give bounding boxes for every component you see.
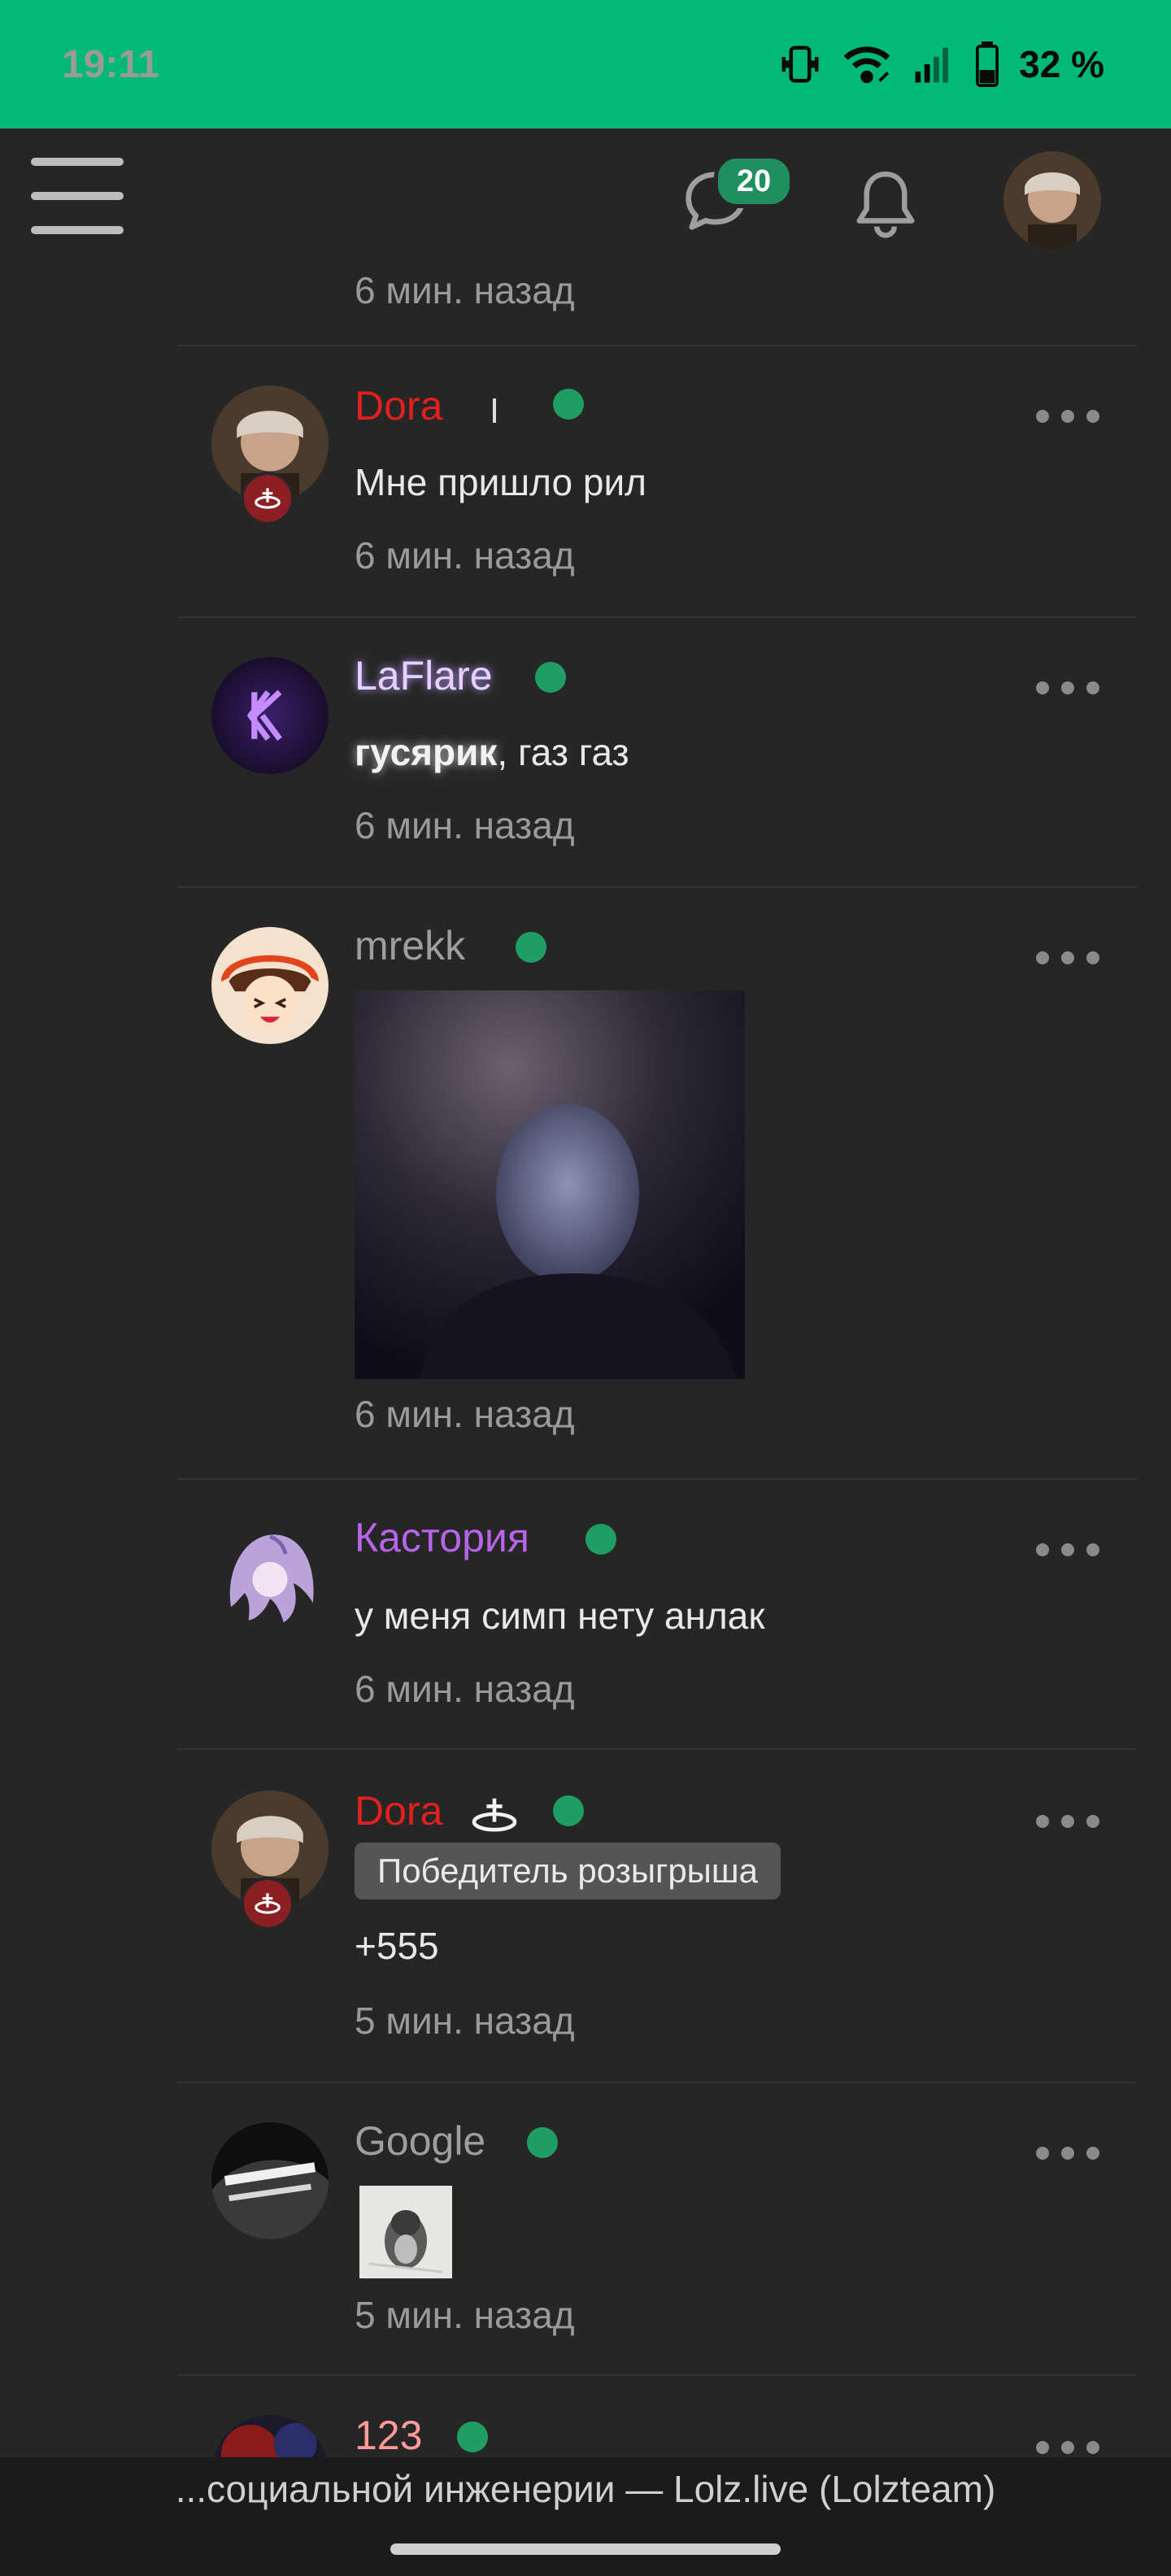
username[interactable]: Google [355,2117,485,2165]
comment-time: 6 мин. назад [355,804,575,846]
status-bar: 19:11 32 % [0,0,1171,128]
more-options-icon[interactable] [1036,1543,1099,1560]
more-options-icon[interactable] [1036,681,1099,698]
signal-icon [915,47,949,83]
attached-image[interactable] [359,2186,452,2278]
online-indicator [553,1795,584,1826]
avatar-badge-icon [241,472,294,525]
status-time: 19:11 [62,43,160,86]
username[interactable]: Dora [355,382,442,429]
divider [177,345,1137,346]
more-options-icon[interactable] [1036,2441,1099,2457]
avatar[interactable] [211,1519,329,1636]
online-indicator [527,2127,558,2158]
divider [177,1478,1137,1480]
divider [177,2082,1137,2083]
comment-time: 5 мин. назад [355,2294,575,2336]
text-cursor [493,398,496,423]
giveaway-icon [468,1794,520,1834]
more-options-icon[interactable] [1036,2147,1099,2163]
username[interactable]: 123 [355,2412,422,2459]
more-options-icon[interactable] [1036,951,1099,968]
divider [177,886,1137,888]
avatar[interactable] [1003,151,1101,249]
divider [177,1748,1137,1750]
comment-text: у меня симп нету анлак [355,1595,765,1637]
divider [177,2374,1137,2376]
award-badge: Победитель розыгрыша [355,1843,781,1899]
avatar[interactable] [211,927,329,1044]
avatar-badge-icon [241,1877,294,1930]
gesture-handle[interactable] [390,2543,781,2555]
online-indicator [457,2422,488,2452]
app-header: 20 [0,128,1171,268]
hamburger-icon[interactable] [31,158,124,236]
online-indicator [535,662,566,693]
messages-count-badge: 20 [714,154,794,208]
comment-time: 6 мин. назад [355,534,575,577]
notifications-button[interactable] [851,164,921,242]
browser-url-bar[interactable]: ...социальной инженерии — Lolz.live (Lol… [0,2457,1171,2576]
online-indicator [516,932,546,963]
username[interactable]: Кастория [355,1514,529,1561]
comment-text: гусярик, газ газ [355,731,629,773]
more-options-icon[interactable] [1036,1815,1099,1831]
avatar[interactable] [211,657,329,774]
wifi-icon [843,46,890,84]
more-options-icon[interactable] [1036,410,1099,426]
comment-time: 5 мин. назад [355,1999,575,2042]
vibrate-icon [781,46,819,83]
mentioned-user[interactable]: гусярик [355,731,497,773]
avatar[interactable] [211,2122,329,2239]
comment-text: +555 [355,1925,439,1967]
bell-icon [856,171,915,238]
battery-icon [976,41,999,87]
page-title-url[interactable]: ...социальной инженерии — Lolz.live (Lol… [0,2467,1171,2511]
status-icons: 32 % [778,36,1104,93]
username[interactable]: Dora [355,1787,442,1834]
username[interactable]: mrekk [355,922,465,969]
online-indicator [586,1524,616,1555]
comment-time: 6 мин. назад [355,1393,575,1435]
comment-time: 6 мин. назад [355,1668,575,1710]
online-indicator [553,389,584,420]
comment-time: 6 мин. назад [355,269,575,311]
comment-text: Мне пришло рил [355,461,647,503]
battery-percent: 32 % [1019,43,1104,85]
divider [177,616,1137,618]
attached-photo[interactable] [355,990,745,1379]
username[interactable]: LaFlare [355,652,493,699]
